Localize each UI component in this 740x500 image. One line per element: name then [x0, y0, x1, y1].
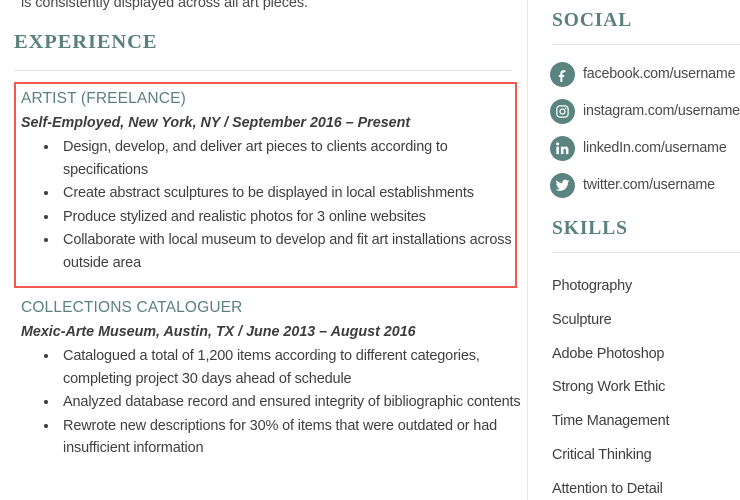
- job-title: ARTIST (FREELANCE): [21, 90, 186, 107]
- social-link-label: facebook.com/username: [583, 66, 736, 82]
- social-link-label: twitter.com/username: [583, 177, 715, 193]
- experience-entry-artist-freelance: ARTIST (FREELANCE) Self-Employed, New Yo…: [21, 89, 527, 274]
- list-item: Adobe Photoshop: [552, 345, 665, 362]
- social-section-heading: SOCIAL: [552, 10, 633, 31]
- social-link-instagram[interactable]: instagram.com/username: [550, 95, 740, 127]
- list-item: Critical Thinking: [552, 446, 652, 463]
- experience-heading-rule: [14, 70, 512, 71]
- job-title: COLLECTIONS CATALOGUER: [21, 299, 243, 316]
- list-item: Time Management: [552, 413, 670, 430]
- bullet-text: Analyzed database record and ensured int…: [63, 394, 521, 410]
- bullet-text: Design, develop, and deliver art pieces …: [63, 139, 448, 178]
- experience-entry-collections-cataloguer: COLLECTIONS CATALOGUER Mexic-Arte Museum…: [21, 298, 527, 460]
- clipped-previous-bullet-text: is consistently displayed across all art…: [21, 0, 308, 11]
- job-employer-and-dates: Mexic-Arte Museum, Austin, TX / June 201…: [21, 324, 416, 340]
- resume-page: is consistently displayed across all art…: [0, 0, 740, 500]
- skills-section-heading: SKILLS: [552, 218, 628, 239]
- linkedin-icon: [550, 135, 575, 161]
- twitter-icon: [550, 172, 575, 198]
- bullet-text: Collaborate with local museum to develop…: [63, 232, 512, 271]
- skills-list: Photography Sculpture Adobe Photoshop St…: [552, 270, 740, 500]
- list-item: Strong Work Ethic: [552, 379, 666, 396]
- social-link-linkedin[interactable]: linkedIn.com/username: [550, 132, 740, 164]
- social-link-label: instagram.com/username: [583, 103, 740, 119]
- skills-heading-rule: [552, 252, 740, 253]
- job-responsibility-list: Catalogued a total of 1,200 items accord…: [21, 345, 527, 460]
- bullet-text: Catalogued a total of 1,200 items accord…: [63, 348, 480, 387]
- bullet-text: Create abstract sculptures to be display…: [63, 185, 474, 201]
- list-item: Sculpture: [552, 311, 612, 328]
- list-item: Create abstract sculptures to be display…: [21, 182, 527, 205]
- job-responsibility-list: Design, develop, and deliver art pieces …: [21, 136, 527, 274]
- resume-sidebar-column: SOCIAL facebook.com/username instagram.c…: [528, 0, 740, 500]
- social-heading-rule: [552, 44, 740, 45]
- job-employer-and-dates: Self-Employed, New York, NY / September …: [21, 115, 411, 131]
- experience-section-heading: EXPERIENCE: [14, 31, 158, 53]
- social-link-label: linkedIn.com/username: [583, 140, 727, 156]
- social-links-list: facebook.com/username instagram.com/user…: [550, 58, 740, 206]
- social-link-twitter[interactable]: twitter.com/username: [550, 169, 740, 201]
- list-item: Rewrote new descriptions for 30% of item…: [21, 415, 527, 460]
- bullet-text: Rewrote new descriptions for 30% of item…: [63, 417, 498, 457]
- list-item: Produce stylized and realistic photos fo…: [21, 206, 527, 229]
- facebook-icon: [550, 61, 575, 87]
- social-link-facebook[interactable]: facebook.com/username: [550, 58, 740, 90]
- resume-main-column: is consistently displayed across all art…: [0, 0, 527, 500]
- list-item: Photography: [552, 278, 633, 294]
- list-item: Catalogued a total of 1,200 items accord…: [21, 345, 527, 390]
- list-item: Analyzed database record and ensured int…: [21, 391, 527, 414]
- instagram-icon: [550, 98, 575, 124]
- bullet-text: Produce stylized and realistic photos fo…: [63, 208, 426, 225]
- list-item: Design, develop, and deliver art pieces …: [21, 136, 527, 181]
- list-item: Collaborate with local museum to develop…: [21, 229, 527, 274]
- list-item: Attention to Detail: [552, 480, 663, 497]
